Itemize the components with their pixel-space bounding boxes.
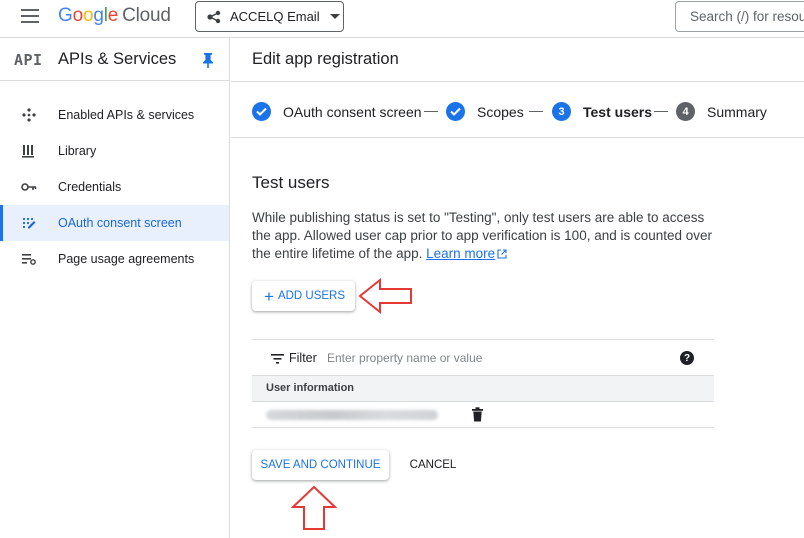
table-header: User information	[252, 376, 714, 402]
api-logo-icon: API	[14, 51, 43, 69]
main-content: Edit app registration OAuth consent scre…	[231, 38, 804, 538]
sidebar-item-label: Enabled APIs & services	[58, 108, 195, 122]
sidebar-header: API APIs & Services	[0, 38, 229, 81]
step-label: Summary	[707, 103, 767, 120]
chevron-down-icon	[329, 14, 340, 19]
step-label: OAuth consent screen	[283, 103, 422, 120]
section-title: Test users	[252, 173, 330, 192]
hamburger-menu-icon[interactable]	[21, 9, 39, 23]
add-users-button[interactable]: + ADD USERS	[252, 281, 355, 311]
step-test-users[interactable]: 3 Test users	[552, 102, 652, 121]
column-header-user-information: User information	[266, 382, 355, 394]
help-icon[interactable]: ?	[680, 351, 694, 365]
logo-cloud-text: Cloud	[122, 5, 171, 26]
filter-bar: Filter Enter property name or value ?	[252, 339, 714, 376]
key-icon	[21, 183, 37, 191]
search-placeholder: Search (/) for resources	[690, 9, 804, 24]
sidebar-item-label: Library	[58, 144, 97, 158]
oauth-icon	[22, 217, 36, 229]
redacted-email	[266, 410, 438, 420]
search-input[interactable]: Search (/) for resources	[675, 1, 804, 32]
check-circle-icon	[446, 102, 465, 121]
external-link-icon	[497, 249, 507, 259]
description-text: While publishing status is set to "Testi…	[252, 209, 722, 263]
logo-google-text: Google	[58, 5, 119, 26]
sidebar-item-oauth-consent[interactable]: OAuth consent screen	[0, 205, 229, 241]
filter-input[interactable]: Enter property name or value	[327, 351, 482, 365]
table-row	[252, 402, 714, 428]
pin-icon[interactable]	[202, 52, 214, 68]
step-summary[interactable]: 4 Summary	[676, 102, 767, 121]
step-divider	[654, 111, 668, 112]
step-divider	[424, 111, 438, 112]
settings-list-icon	[22, 254, 36, 265]
step-label: Scopes	[477, 103, 524, 120]
library-icon	[22, 145, 34, 158]
sidebar-item-label: Credentials	[58, 180, 122, 194]
test-users-table: Filter Enter property name or value ? Us…	[252, 339, 714, 428]
step-label: Test users	[583, 103, 652, 120]
sidebar-item-label: Page usage agreements	[58, 252, 195, 266]
diamond-dots-icon	[22, 108, 36, 122]
project-name: ACCELQ Email	[230, 9, 320, 24]
project-hierarchy-icon	[207, 10, 221, 23]
learn-more-link[interactable]: Learn more	[426, 246, 495, 261]
add-users-label: ADD USERS	[277, 290, 346, 302]
sidebar-item-page-usage[interactable]: Page usage agreements	[0, 241, 229, 277]
plus-icon: +	[264, 286, 274, 306]
step-scopes[interactable]: Scopes	[446, 102, 524, 121]
filter-label: Filter	[289, 351, 317, 365]
step-oauth-consent[interactable]: OAuth consent screen	[252, 102, 422, 121]
cancel-button[interactable]: CANCEL	[401, 450, 465, 480]
sidebar-item-enabled-apis[interactable]: Enabled APIs & services	[0, 97, 229, 133]
trash-icon[interactable]	[471, 407, 484, 422]
sidebar-item-credentials[interactable]: Credentials	[0, 169, 229, 205]
sidebar: API APIs & Services Enabled APIs & servi…	[0, 38, 230, 538]
stepper: OAuth consent screen Scopes 3 Test users…	[231, 81, 804, 138]
annotation-arrow-up-icon	[291, 485, 337, 530]
sidebar-item-label: OAuth consent screen	[58, 216, 182, 230]
sidebar-title: APIs & Services	[58, 50, 177, 68]
filter-icon	[271, 354, 284, 364]
step-number-badge: 4	[676, 102, 695, 121]
page-title: Edit app registration	[252, 50, 399, 68]
step-number-badge: 3	[552, 102, 571, 121]
sidebar-item-library[interactable]: Library	[0, 133, 229, 169]
annotation-arrow-left-icon	[358, 278, 412, 314]
project-selector-button[interactable]: ACCELQ Email	[195, 1, 344, 32]
save-and-continue-button[interactable]: SAVE AND CONTINUE	[252, 450, 389, 480]
top-bar: Google Cloud ACCELQ Email Search (/) for …	[0, 0, 804, 38]
google-cloud-logo[interactable]: Google Cloud	[58, 5, 171, 27]
step-divider	[529, 111, 543, 112]
check-circle-icon	[252, 102, 271, 121]
